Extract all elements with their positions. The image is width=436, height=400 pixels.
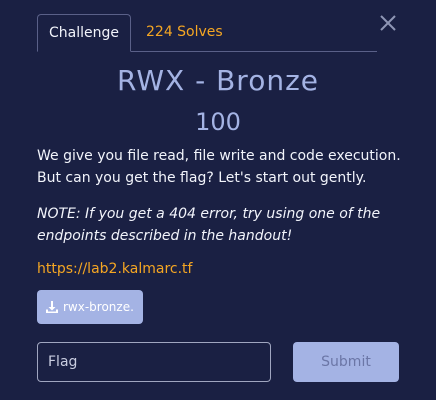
tab-challenge[interactable]: Challenge [37, 14, 131, 52]
challenge-points: 100 [195, 108, 241, 136]
tab-solves[interactable]: 224 Solves [146, 14, 223, 51]
challenge-description: We give you file read, file write and co… [37, 148, 401, 186]
flag-input[interactable] [37, 342, 271, 382]
close-button[interactable] [378, 13, 398, 33]
download-icon [46, 301, 58, 313]
challenge-note: NOTE: If you get a 404 error, try using … [37, 206, 381, 244]
tab-bar: Challenge 224 Solves [37, 14, 377, 52]
close-icon [380, 15, 396, 31]
challenge-link[interactable]: https://lab2.kalmarc.tf [37, 261, 192, 277]
challenge-title: RWX - Bronze [117, 64, 319, 97]
download-label: rwx-bronze... [63, 300, 135, 314]
submit-button[interactable]: Submit [293, 342, 399, 382]
download-button[interactable]: rwx-bronze... [37, 290, 143, 324]
